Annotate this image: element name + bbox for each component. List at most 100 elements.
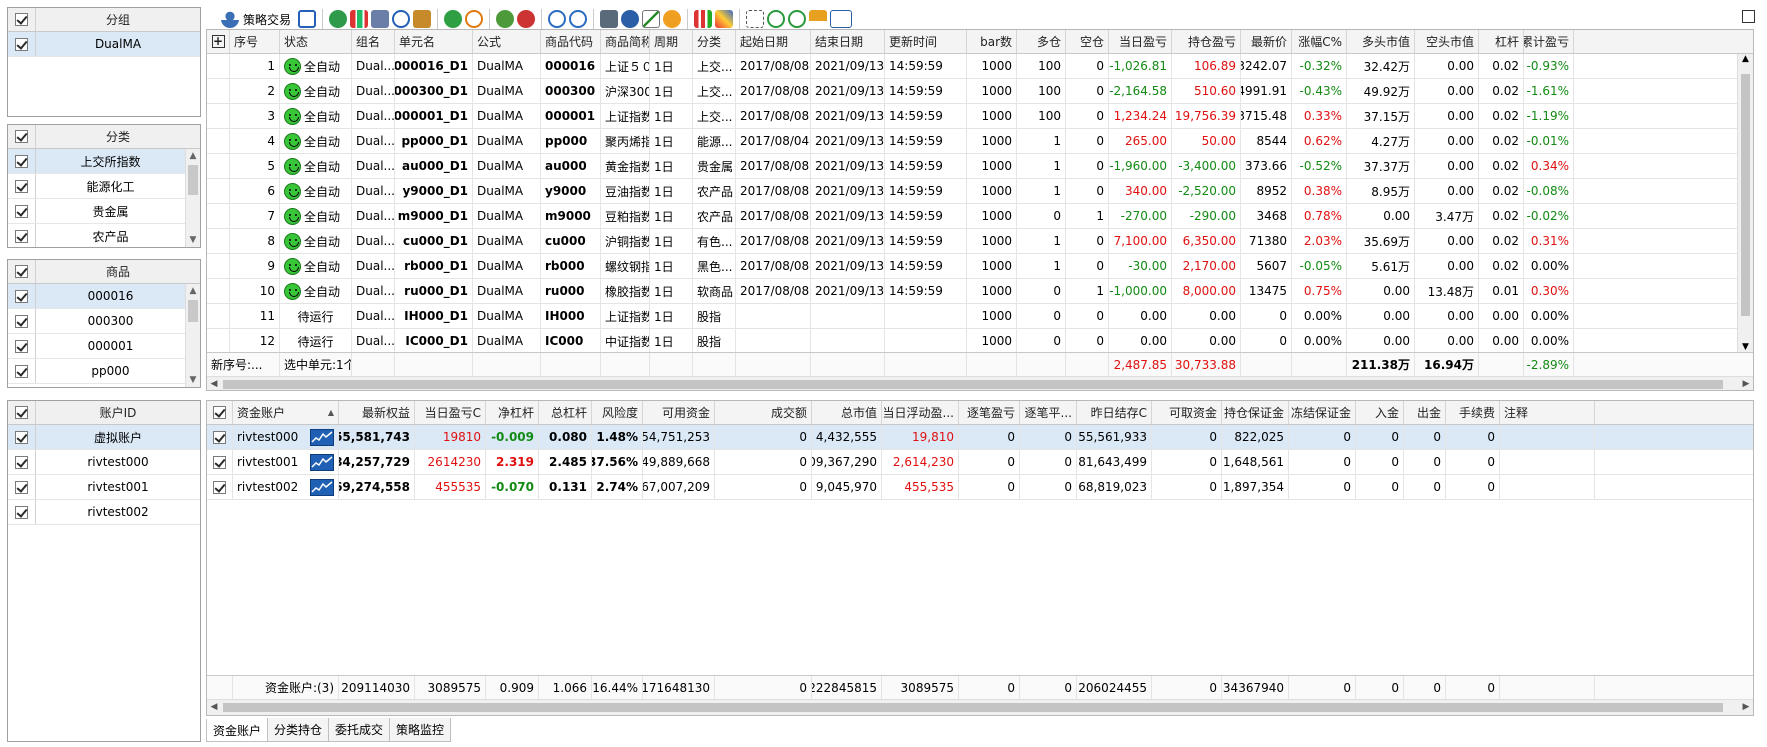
table-row[interactable]: 5 全自动 Dual... au000_D1 DualMA au000 黄金指数 1日 贵金属 2… <box>207 154 1753 179</box>
window-dropdown-icon[interactable] <box>830 10 853 28</box>
column-header[interactable]: 多仓 <box>1017 30 1066 53</box>
account-row-checkbox[interactable] <box>213 455 226 469</box>
column-header[interactable]: 总杠杆 <box>539 401 592 424</box>
stop-icon[interactable] <box>465 10 484 28</box>
scroll-left-icon[interactable]: ◀ <box>207 700 221 715</box>
tab-strategy-monitor[interactable]: 策略监控 <box>389 718 452 742</box>
column-header[interactable]: 持仓保证金 <box>1222 401 1289 424</box>
table-row[interactable]: 8 全自动 Dual... cu000_D1 DualMA cu000 沪铜指数 1日 有色..… <box>207 229 1753 254</box>
account-row-checkbox[interactable] <box>213 430 226 444</box>
add-row-button[interactable]: + <box>207 30 230 53</box>
column-header[interactable]: 公式 <box>473 30 541 53</box>
account-select-all-checkbox[interactable] <box>15 406 28 419</box>
group-select-all-checkbox[interactable] <box>15 13 28 26</box>
category-list-item[interactable]: 农产品 <box>8 224 185 247</box>
column-header[interactable]: 持仓盈亏 <box>1172 30 1241 53</box>
sync-icon[interactable] <box>788 10 807 28</box>
line-chart-icon[interactable] <box>642 10 661 28</box>
category-item-checkbox[interactable] <box>15 154 28 168</box>
column-header[interactable]: 空头市值 <box>1415 30 1479 53</box>
account-row-checkbox[interactable] <box>213 480 226 494</box>
column-header[interactable]: 商品代码 <box>541 30 601 53</box>
group-item-checkbox[interactable] <box>15 37 28 51</box>
column-header[interactable]: 最新权益 <box>339 401 415 424</box>
product-item-checkbox[interactable] <box>15 314 28 328</box>
category-select-all-checkbox[interactable] <box>15 130 28 143</box>
column-header[interactable]: 入金 <box>1356 401 1404 424</box>
column-header[interactable]: 序号 <box>230 30 280 53</box>
bar-chart-icon[interactable] <box>350 10 369 28</box>
column-header[interactable]: 商品简称 <box>601 30 650 53</box>
table-row[interactable]: 6 全自动 Dual... y9000_D1 DualMA y9000 豆油指数 1日 农产品 2… <box>207 179 1753 204</box>
scroll-up-icon[interactable]: ▲ <box>186 149 200 163</box>
group-list-item[interactable]: DualMA <box>8 32 200 57</box>
table-row[interactable]: 10 全自动 Dual... ru000_D1 DualMA ru000 橡胶指数 1日 软商品… <box>207 279 1753 304</box>
table-row[interactable]: 7 全自动 Dual... m9000_D1 DualMA m9000 豆粕指数 1日 农产品 2… <box>207 204 1753 229</box>
report-icon[interactable] <box>371 10 390 28</box>
table-row[interactable]: 12 待运行 Dual... IC000_D1 DualMA IC000 中证指数 1日 股指 1… <box>207 329 1753 354</box>
product-item-checkbox[interactable] <box>15 364 28 378</box>
category-list-item[interactable]: 上交所指数 <box>8 149 185 174</box>
column-header[interactable]: 组名 <box>352 30 395 53</box>
product-item-checkbox[interactable] <box>15 289 28 303</box>
account-list-item[interactable]: 虚拟账户 <box>8 425 200 450</box>
column-header[interactable]: 最新价 <box>1241 30 1292 53</box>
network-icon[interactable] <box>392 10 411 28</box>
column-header[interactable]: bar数 <box>967 30 1017 53</box>
account-horizontal-scrollbar[interactable]: ◀ ▶ <box>207 699 1753 715</box>
product-item-checkbox[interactable] <box>15 339 28 353</box>
column-header[interactable]: 成交额 <box>715 401 812 424</box>
column-header[interactable]: 注释 <box>1500 401 1595 424</box>
remove-group-icon[interactable] <box>517 10 536 28</box>
table-row[interactable]: 2 全自动 Dual... 000300_D1 DualMA 000300 沪深300 1日上… <box>207 79 1753 104</box>
equity-chart-icon[interactable] <box>310 428 334 446</box>
add-group-icon[interactable] <box>496 10 515 28</box>
category-item-checkbox[interactable] <box>15 204 28 218</box>
product-list-item[interactable]: pp000 <box>8 359 185 384</box>
scroll-up-icon[interactable]: ▲ <box>186 284 200 298</box>
column-header[interactable]: 逐笔盈亏 <box>959 401 1020 424</box>
table-row[interactable]: 11 待运行 Dual... IH000_D1 DualMA IH000 上证指数 1日 股指 1… <box>207 304 1753 329</box>
tab-fund-account[interactable]: 资金账户 <box>206 718 269 742</box>
export-icon[interactable] <box>746 10 765 28</box>
scroll-up-icon[interactable]: ▲ <box>1738 54 1753 64</box>
scroll-down-icon[interactable]: ▼ <box>1738 342 1753 352</box>
column-header[interactable]: 当日浮动盈... <box>882 401 959 424</box>
lock-icon[interactable] <box>413 10 432 28</box>
category-scrollbar[interactable]: ▲ ▼ <box>185 149 200 247</box>
filter-icon[interactable] <box>809 10 828 28</box>
product-list-item[interactable]: 000016 <box>8 284 185 309</box>
bicycle-icon[interactable] <box>548 10 567 28</box>
column-header[interactable]: 逐笔平... <box>1020 401 1077 424</box>
column-header[interactable]: 累计盈亏 <box>1524 30 1574 53</box>
table-row[interactable]: 1 全自动 Dual... 000016_D1 DualMA 000016 上证５０ 1日 上交… <box>207 54 1753 79</box>
gear-icon[interactable] <box>621 10 640 28</box>
scroll-down-icon[interactable]: ▼ <box>186 373 200 387</box>
column-header[interactable]: 起始日期 <box>736 30 811 53</box>
product-select-all-checkbox[interactable] <box>15 265 28 278</box>
table-row[interactable]: rivtest000 55,581,743 19810 -0.009 0.080 1.48… <box>207 425 1753 450</box>
refresh-data-icon[interactable] <box>329 10 348 28</box>
account-item-checkbox[interactable] <box>15 480 28 494</box>
account-list-item[interactable]: rivtest000 <box>8 450 200 475</box>
category-list-item[interactable]: 能源化工 <box>8 174 185 199</box>
account-select-all-grid-checkbox[interactable] <box>213 406 226 419</box>
category-item-checkbox[interactable] <box>15 229 28 243</box>
column-header[interactable]: 状态 <box>280 30 352 53</box>
strategy-vertical-scrollbar[interactable]: ▲ ▼ <box>1737 54 1753 352</box>
tab-category-position[interactable]: 分类持仓 <box>267 718 330 742</box>
column-header[interactable]: 资金账户 ▲ <box>233 401 339 424</box>
column-header[interactable]: 单元名 <box>395 30 473 53</box>
scroll-right-icon[interactable]: ▶ <box>1739 377 1753 390</box>
column-header[interactable]: 出金 <box>1404 401 1446 424</box>
table-row[interactable]: 3 全自动 Dual... 000001_D1 DualMA 000001 上证指数 1日 上交… <box>207 104 1753 129</box>
account-item-checkbox[interactable] <box>15 430 28 444</box>
column-header[interactable]: 风险度 <box>592 401 643 424</box>
column-header[interactable]: 当日盈亏C <box>415 401 486 424</box>
settings-list-icon[interactable] <box>600 10 619 28</box>
candlestick-icon[interactable] <box>694 10 713 28</box>
column-header[interactable]: 结束日期 <box>811 30 885 53</box>
column-header[interactable]: 多头市值 <box>1347 30 1415 53</box>
column-header[interactable]: 当日盈亏 <box>1109 30 1172 53</box>
column-header[interactable]: 净杠杆 <box>486 401 539 424</box>
